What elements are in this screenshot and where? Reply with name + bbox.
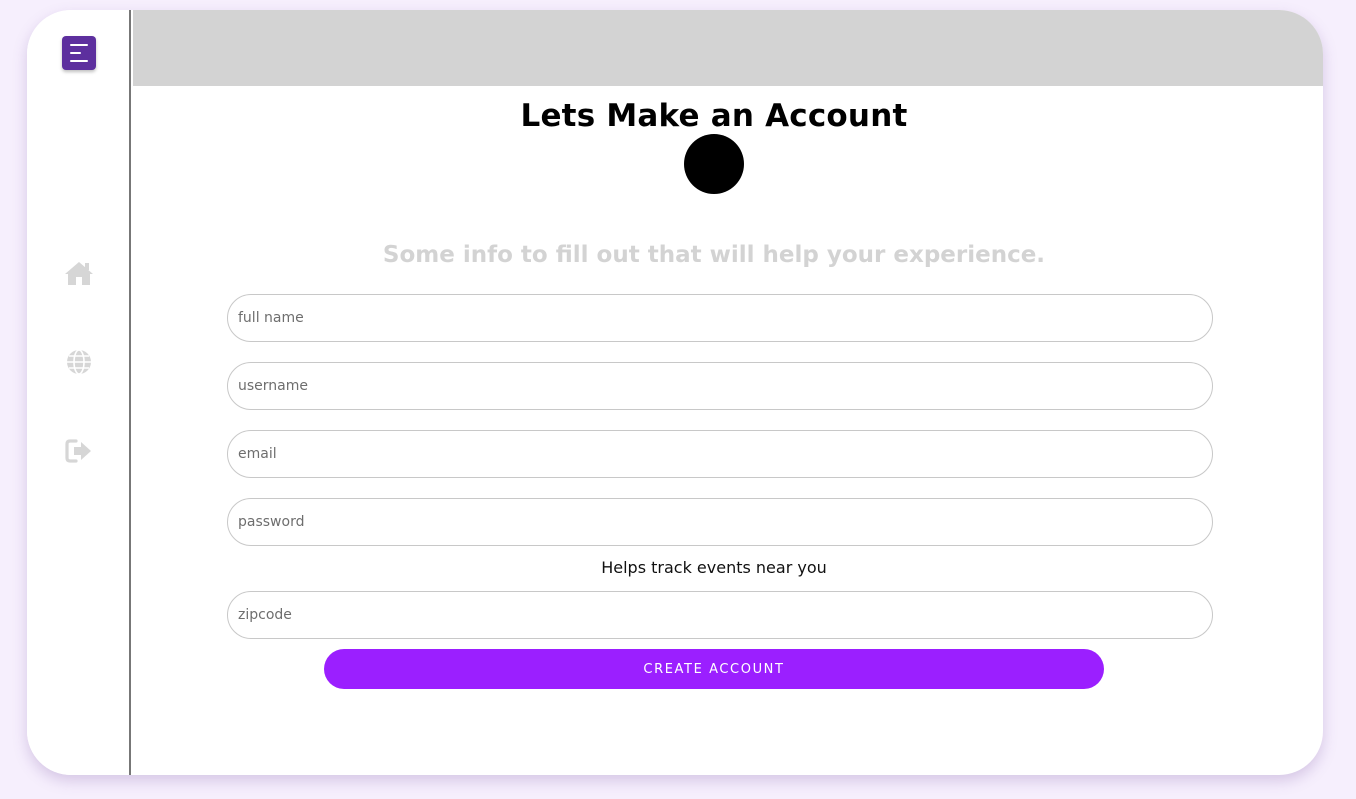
sidebar-item-globe[interactable] xyxy=(63,346,95,378)
create-account-button[interactable]: Create Account xyxy=(324,649,1104,689)
full-name-input[interactable] xyxy=(227,294,1213,342)
form-subtitle: Some info to fill out that will help you… xyxy=(382,242,1046,268)
zipcode-helper-text: Helps track events near you xyxy=(601,558,827,577)
sidebar-item-logout[interactable] xyxy=(63,435,95,467)
top-bar xyxy=(133,10,1323,86)
globe-icon xyxy=(67,349,91,375)
signup-form: Lets Make an Account Some info to fill o… xyxy=(133,86,1323,775)
username-input[interactable] xyxy=(227,362,1213,410)
logout-icon xyxy=(65,439,91,463)
avatar[interactable] xyxy=(684,134,744,194)
menu-button[interactable] xyxy=(62,36,96,70)
page-title: Lets Make an Account xyxy=(520,98,908,134)
zipcode-input[interactable] xyxy=(227,591,1213,639)
home-icon xyxy=(65,262,93,285)
email-input[interactable] xyxy=(227,430,1213,478)
sidebar-item-home[interactable] xyxy=(63,257,95,289)
password-input[interactable] xyxy=(227,498,1213,546)
app-window: Lets Make an Account Some info to fill o… xyxy=(27,10,1323,775)
sidebar xyxy=(27,10,131,775)
